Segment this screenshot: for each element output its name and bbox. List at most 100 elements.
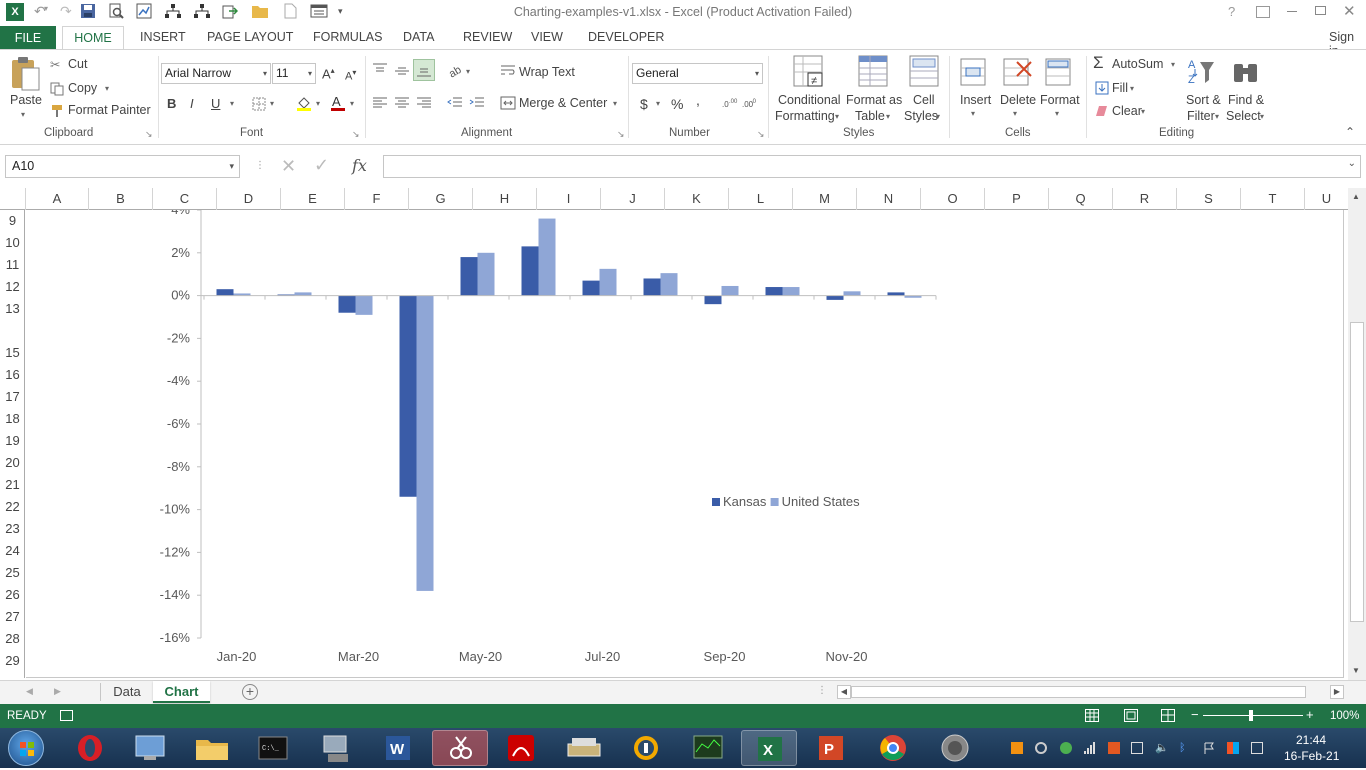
formula-bar-grip-icon[interactable]: ⋮ bbox=[255, 160, 265, 171]
autosum-button[interactable]: AutoSum bbox=[1112, 57, 1163, 71]
orientation-icon[interactable]: ab bbox=[447, 62, 465, 81]
insert-function-button[interactable]: fx bbox=[352, 156, 367, 175]
format-cells-icon[interactable] bbox=[1045, 56, 1073, 91]
select-all-button[interactable] bbox=[0, 188, 26, 210]
conditional-formatting-icon[interactable]: ≠ bbox=[793, 55, 823, 90]
tray-tool-icon[interactable] bbox=[1108, 742, 1120, 754]
sort-filter-button[interactable]: Sort & bbox=[1186, 93, 1221, 107]
row-header[interactable]: 28 bbox=[0, 631, 24, 646]
align-center-icon[interactable] bbox=[394, 96, 410, 113]
cut-button[interactable]: Cut bbox=[68, 57, 87, 71]
scroll-sheets-right-icon[interactable]: ▶ bbox=[54, 686, 61, 697]
font-size-select[interactable]: 11 ▾ bbox=[272, 63, 316, 84]
add-sheet-button[interactable]: + bbox=[242, 684, 258, 700]
macro-recording-icon[interactable] bbox=[60, 710, 73, 721]
wrap-text-button[interactable]: Wrap Text bbox=[519, 65, 575, 79]
column-header-a[interactable]: A bbox=[26, 188, 89, 210]
clipboard-launcher-icon[interactable]: ↘ bbox=[145, 129, 153, 140]
tray-app-2-icon[interactable] bbox=[1227, 742, 1239, 754]
column-header-l[interactable]: L bbox=[729, 188, 793, 210]
zoom-in-icon[interactable]: + bbox=[1306, 707, 1314, 722]
find-select-dropdown-icon[interactable]: ▾ bbox=[1260, 112, 1264, 121]
row-header[interactable]: 15 bbox=[0, 345, 24, 360]
align-left-icon[interactable] bbox=[372, 96, 388, 113]
font-name-dropdown-icon[interactable]: ▾ bbox=[263, 64, 267, 83]
increase-decimal-icon[interactable]: .0.00 bbox=[722, 96, 738, 113]
tab-developer[interactable]: DEVELOPER bbox=[588, 30, 664, 44]
column-header-c[interactable]: C bbox=[153, 188, 217, 210]
row-header[interactable]: 24 bbox=[0, 543, 24, 558]
insert-button[interactable]: Insert bbox=[960, 93, 991, 107]
row-header[interactable]: 19 bbox=[0, 433, 24, 448]
copy-dropdown-icon[interactable]: ▾ bbox=[105, 84, 109, 93]
autosum-dropdown-icon[interactable]: ▾ bbox=[1171, 60, 1175, 69]
name-box[interactable]: A10 ▾ bbox=[5, 155, 240, 178]
normal-view-icon[interactable] bbox=[1085, 709, 1099, 725]
column-header-r[interactable]: R bbox=[1113, 188, 1177, 210]
column-header-g[interactable]: G bbox=[409, 188, 473, 210]
powerpoint-icon[interactable]: P bbox=[803, 730, 859, 766]
scroll-down-icon[interactable]: ▼ bbox=[1352, 666, 1360, 675]
number-format-dropdown-icon[interactable]: ▾ bbox=[755, 64, 759, 83]
name-box-dropdown-icon[interactable]: ▾ bbox=[229, 156, 234, 177]
network-computer-icon[interactable] bbox=[308, 730, 364, 766]
show-desktop-icon[interactable] bbox=[1251, 742, 1263, 754]
column-header-q[interactable]: Q bbox=[1049, 188, 1113, 210]
borders-dropdown-icon[interactable]: ▾ bbox=[270, 99, 274, 108]
ribbon-display-options-icon[interactable] bbox=[1256, 6, 1270, 18]
fill-button[interactable]: Fill bbox=[1112, 81, 1128, 95]
tab-home[interactable]: HOME bbox=[62, 26, 124, 51]
bar-chart[interactable]: 4% 2% 0% -2% -4% -6% -8% -10% -12% -14% -16% Jan-20… bbox=[26, 210, 1344, 678]
scanner-icon[interactable] bbox=[556, 730, 612, 766]
opera-icon[interactable] bbox=[62, 730, 118, 766]
cell-styles-button[interactable]: Cell bbox=[913, 93, 935, 107]
zoom-slider-thumb[interactable] bbox=[1249, 710, 1253, 721]
expand-formula-bar-icon[interactable]: ⌄ bbox=[1348, 158, 1356, 169]
collapse-ribbon-icon[interactable]: ⌃ bbox=[1345, 125, 1355, 139]
decrease-font-size-icon[interactable]: A▾ bbox=[345, 68, 356, 83]
tray-app-icon[interactable] bbox=[1011, 742, 1023, 754]
row-header[interactable]: 25 bbox=[0, 565, 24, 580]
excel-taskbar-icon[interactable]: X bbox=[741, 730, 797, 766]
monitor-app-icon[interactable] bbox=[680, 730, 736, 766]
row-header[interactable]: 20 bbox=[0, 455, 24, 470]
word-icon[interactable]: W bbox=[370, 730, 426, 766]
sort-filter-icon[interactable]: AZ bbox=[1186, 56, 1216, 91]
minimize-button[interactable] bbox=[1287, 11, 1297, 12]
column-header-p[interactable]: P bbox=[985, 188, 1049, 210]
row-header[interactable]: 17 bbox=[0, 389, 24, 404]
italic-button[interactable]: I bbox=[190, 96, 194, 111]
find-select-button[interactable]: Find & bbox=[1228, 93, 1264, 107]
scroll-left-icon[interactable]: ◀ bbox=[837, 685, 851, 699]
column-header-j[interactable]: J bbox=[601, 188, 665, 210]
scroll-right-icon[interactable]: ▶ bbox=[1330, 685, 1344, 699]
restore-button[interactable] bbox=[1315, 6, 1326, 15]
zoom-out-icon[interactable]: − bbox=[1191, 707, 1199, 722]
font-name-select[interactable]: Arial Narrow ▾ bbox=[161, 63, 271, 84]
fill-color-icon[interactable] bbox=[296, 95, 312, 114]
conditional-dropdown-icon[interactable]: ▾ bbox=[835, 112, 839, 121]
fill-dropdown-icon[interactable]: ▾ bbox=[1130, 84, 1134, 93]
horizontal-scroll-thumb[interactable] bbox=[851, 686, 1306, 698]
vertical-scrollbar[interactable]: ▲ ▼ bbox=[1348, 188, 1366, 680]
find-select-icon[interactable] bbox=[1232, 58, 1260, 89]
enter-icon[interactable]: ✓ bbox=[314, 155, 329, 176]
paste-dropdown-icon[interactable]: ▾ bbox=[21, 110, 25, 119]
chrome-icon[interactable] bbox=[865, 730, 921, 766]
command-prompt-icon[interactable]: C:\_ bbox=[245, 730, 301, 766]
conditional-formatting-button[interactable]: Conditional bbox=[778, 93, 841, 107]
column-header-o[interactable]: O bbox=[921, 188, 985, 210]
page-layout-view-icon[interactable] bbox=[1124, 709, 1138, 725]
media-player-icon[interactable] bbox=[927, 730, 983, 766]
column-header-k[interactable]: K bbox=[665, 188, 729, 210]
copy-icon[interactable] bbox=[50, 82, 64, 99]
increase-indent-icon[interactable] bbox=[469, 96, 485, 113]
tab-file[interactable]: FILE bbox=[0, 26, 56, 50]
row-header[interactable]: 27 bbox=[0, 609, 24, 624]
remote-desktop-icon[interactable] bbox=[122, 730, 178, 766]
clock-date[interactable]: 16-Feb-21 bbox=[1284, 749, 1339, 763]
row-header[interactable]: 23 bbox=[0, 521, 24, 536]
scroll-sheets-left-icon[interactable]: ◀ bbox=[26, 686, 33, 697]
close-button[interactable]: ✕ bbox=[1343, 2, 1356, 20]
row-header[interactable]: 21 bbox=[0, 477, 24, 492]
